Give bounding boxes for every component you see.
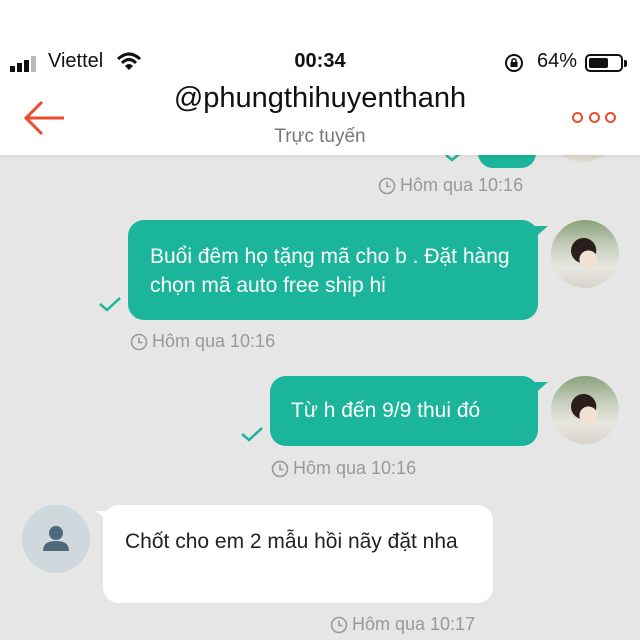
message-time: Hôm qua 10:16 [271, 458, 416, 479]
message-text: Buổi đêm họ tặng mã cho b . Đặt hàng chọ… [150, 245, 510, 297]
page-title: @phungthihuyenthanh [173, 82, 467, 114]
avatar [551, 220, 619, 288]
bubble-tail [532, 226, 548, 240]
message-text: Chốt cho em 2 mẫu hồi nãy đặt nha [125, 530, 458, 553]
message-text: Từ h đến 9/9 thui đó [291, 399, 481, 422]
avatar [22, 505, 90, 573]
more-options-button[interactable] [572, 110, 616, 124]
message-bubble-incoming[interactable]: Chốt cho em 2 mẫu hồi nãy đặt nha [103, 505, 493, 603]
avatar [551, 376, 619, 444]
sent-check-icon [241, 427, 263, 442]
message-bubble-outgoing[interactable]: Từ h đến 9/9 thui đó [270, 376, 538, 446]
more-dots-icon [572, 111, 583, 123]
chat-header: Viettel 00:34 64% @phungthihuyenthanh Tr… [0, 0, 640, 155]
message-time: Hôm qua 10:16 [378, 175, 523, 196]
clock-icon [271, 460, 289, 477]
bubble-tail [532, 382, 548, 396]
user-icon [43, 526, 69, 551]
battery-icon [585, 54, 623, 72]
clock-icon [378, 177, 396, 194]
rotation-lock-icon [505, 54, 523, 72]
battery-tip [624, 60, 627, 67]
clock-icon [330, 616, 348, 633]
sent-check-icon [99, 297, 121, 312]
status-bar: Viettel 00:34 64% [0, 44, 640, 80]
battery-percent: 64% [537, 50, 578, 72]
battery-level [589, 58, 608, 68]
message-bubble-outgoing[interactable]: Buổi đêm họ tặng mã cho b . Đặt hàng chọ… [128, 220, 538, 320]
online-status: Trực tuyến [274, 126, 366, 147]
clock-icon [130, 333, 148, 350]
message-time: Hôm qua 10:17 [330, 614, 475, 635]
message-time: Hôm qua 10:16 [130, 331, 275, 352]
